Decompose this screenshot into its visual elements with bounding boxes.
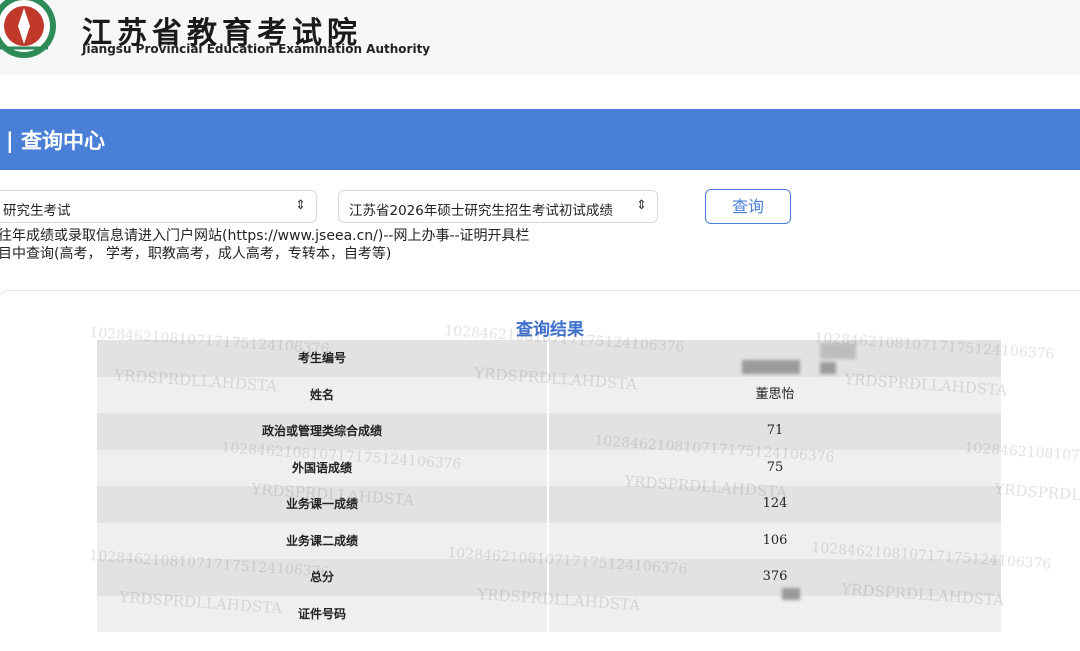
table-row: 姓名 董思怡 <box>97 376 1001 413</box>
row-label: 总分 <box>309 570 334 584</box>
table-row: 总分 376 <box>97 559 1001 596</box>
row-label: 考生编号 <box>297 351 346 365</box>
section-title: | 查询中心 <box>6 129 105 153</box>
info-note: 往年成绩或录取信息请进入门户网站(https://www.jseea.cn/)-… <box>0 228 530 244</box>
site-header: 江苏省教育考试院 Jiangsu Provincial Education Ex… <box>0 0 1080 75</box>
row-value: 106 <box>762 532 788 548</box>
redacted-mask <box>820 362 836 374</box>
row-value <box>549 596 1001 633</box>
row-value: 71 <box>766 423 784 438</box>
site-title-en: Jiangsu Provincial Education Examination… <box>82 42 431 56</box>
spacer <box>0 75 1080 109</box>
redacted-mask <box>742 360 800 374</box>
row-value: 董思怡 <box>755 386 795 402</box>
table-row: 证件号码 <box>97 595 1001 633</box>
exam-type-value: 研究生考试 <box>3 203 71 219</box>
table-row: 政治或管理类综合成绩 71 <box>97 413 1001 450</box>
query-button[interactable]: 查询 <box>705 189 791 224</box>
result-table: 考生编号 姓名 董思怡 政治或管理类综合成绩 71 外国语成绩 75 业务课一成… <box>97 340 1001 632</box>
row-label: 业务课二成绩 <box>285 533 358 548</box>
table-row: 考生编号 <box>97 340 1001 377</box>
section-bar <box>0 109 1080 170</box>
chevron-updown-icon: ⇕ <box>295 198 306 213</box>
exam-authority-logo <box>0 0 56 58</box>
result-title: 查询结果 <box>516 320 584 340</box>
row-value: 75 <box>766 459 784 475</box>
exam-type-select[interactable]: 研究生考试 ⇕ <box>0 190 317 223</box>
row-value: 376 <box>762 569 788 584</box>
row-value: 124 <box>762 496 788 511</box>
row-label: 姓名 <box>309 387 334 402</box>
info-note: 目中查询(高考， 学考，职教高考，成人高考，专转本，自考等) <box>0 246 392 262</box>
exam-name-value: 江苏省2026年硕士研究生招生考试初试成绩 <box>349 203 613 219</box>
row-label: 外国语成绩 <box>291 460 352 475</box>
row-label: 政治或管理类综合成绩 <box>261 424 382 438</box>
table-row: 外国语成绩 75 <box>97 449 1001 486</box>
row-label: 证件号码 <box>297 606 346 621</box>
redacted-mask <box>782 588 800 600</box>
redacted-mask <box>820 343 856 359</box>
table-row: 业务课一成绩 124 <box>97 486 1001 523</box>
exam-name-select[interactable]: 江苏省2026年硕士研究生招生考试初试成绩 ⇕ <box>338 190 658 223</box>
table-row: 业务课二成绩 106 <box>97 522 1001 559</box>
chevron-updown-icon: ⇕ <box>636 198 647 213</box>
row-label: 业务课一成绩 <box>285 497 358 511</box>
